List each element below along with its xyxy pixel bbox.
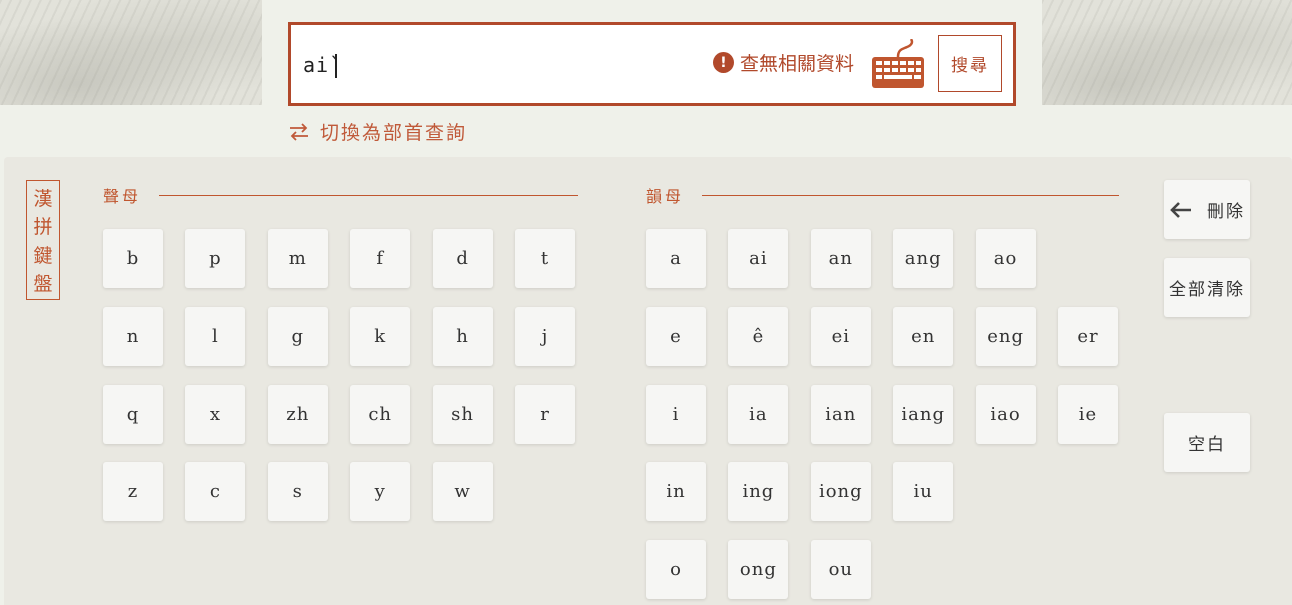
key-sh[interactable]: sh (432, 384, 493, 444)
key-ie[interactable]: ie (1058, 384, 1118, 444)
key-an[interactable]: an (810, 229, 871, 288)
key-l[interactable]: l (185, 306, 246, 366)
key-c[interactable]: c (185, 462, 246, 522)
error-message: ! 查無相關資料 (713, 49, 854, 76)
text-caret (335, 54, 337, 78)
keyboard-title-tab: 漢 拼 鍵 盤 (26, 180, 60, 300)
alert-icon: ! (713, 52, 734, 73)
key-ong[interactable]: ong (728, 540, 789, 600)
switch-to-radical-search-link[interactable]: 切換為部首查詢 (288, 118, 467, 145)
key-t[interactable]: t (515, 229, 575, 288)
initials-divider (159, 195, 578, 196)
key-ch[interactable]: ch (350, 384, 411, 444)
key-h[interactable]: h (432, 306, 493, 366)
key-y[interactable]: y (350, 462, 411, 522)
error-text: 查無相關資料 (740, 53, 855, 75)
key-ê[interactable]: ê (728, 306, 789, 366)
key-b[interactable]: b (103, 229, 163, 288)
key-er[interactable]: er (1058, 306, 1118, 366)
key-zh[interactable]: zh (267, 384, 328, 444)
pinyin-keyboard-panel: 漢 拼 鍵 盤 聲母 韻母 b p m f d t n l g k h j q x zh ch sh r z c s y w… (4, 157, 1292, 605)
key-k[interactable]: k (350, 306, 411, 366)
key-i[interactable]: i (646, 384, 706, 444)
decorative-landscape-left (0, 0, 262, 105)
key-q[interactable]: q (103, 384, 163, 444)
key-in[interactable]: in (646, 462, 706, 522)
key-iu[interactable]: iu (893, 462, 954, 522)
initials-title: 聲母 (103, 187, 142, 206)
keyboard-title-char: 漢 (33, 187, 53, 210)
key-iong[interactable]: iong (810, 462, 871, 522)
key-g[interactable]: g (267, 306, 328, 366)
swap-arrows-icon (290, 122, 308, 141)
key-z[interactable]: z (103, 462, 163, 522)
left-arrow-icon (1170, 201, 1191, 218)
keyboard-title-char: 鍵 (33, 244, 53, 267)
finals-title: 韻母 (646, 187, 685, 206)
key-en[interactable]: en (893, 306, 954, 366)
key-eng[interactable]: eng (975, 306, 1036, 366)
key-a[interactable]: a (646, 229, 706, 288)
clear-all-button[interactable]: 全部清除 (1164, 258, 1250, 317)
key-f[interactable]: f (350, 229, 411, 288)
keyboard-icon[interactable] (871, 39, 925, 89)
key-ao[interactable]: ao (975, 229, 1036, 288)
key-ai[interactable]: ai (728, 229, 789, 288)
key-iang[interactable]: iang (893, 384, 954, 444)
key-p[interactable]: p (185, 229, 246, 288)
key-ia[interactable]: ia (728, 384, 789, 444)
key-ang[interactable]: ang (893, 229, 954, 288)
key-e[interactable]: e (646, 306, 706, 366)
delete-label: 刪除 (1207, 202, 1245, 222)
decorative-landscape-right (1042, 0, 1292, 105)
key-j[interactable]: j (515, 306, 575, 366)
key-s[interactable]: s (267, 462, 328, 522)
space-button[interactable]: 空白 (1164, 413, 1250, 472)
key-ing[interactable]: ing (728, 462, 789, 522)
key-m[interactable]: m (267, 229, 328, 288)
keyboard-title-char: 拼 (33, 216, 53, 239)
key-n[interactable]: n (103, 306, 163, 366)
search-button[interactable]: 搜尋 (938, 35, 1002, 92)
keyboard-title-char: 盤 (33, 273, 53, 296)
key-iao[interactable]: iao (975, 384, 1036, 444)
delete-button[interactable]: 刪除 (1164, 180, 1250, 239)
key-d[interactable]: d (432, 229, 493, 288)
switch-link-label: 切換為部首查詢 (320, 122, 468, 144)
key-o[interactable]: o (646, 540, 706, 600)
key-x[interactable]: x (185, 384, 246, 444)
search-box[interactable]: ai` ! 查無相關資料 搜尋 (288, 22, 1016, 106)
finals-divider (702, 195, 1119, 196)
key-ian[interactable]: ian (810, 384, 871, 444)
key-ou[interactable]: ou (810, 540, 871, 600)
key-ei[interactable]: ei (810, 306, 871, 366)
key-r[interactable]: r (515, 384, 575, 444)
key-w[interactable]: w (432, 462, 493, 522)
